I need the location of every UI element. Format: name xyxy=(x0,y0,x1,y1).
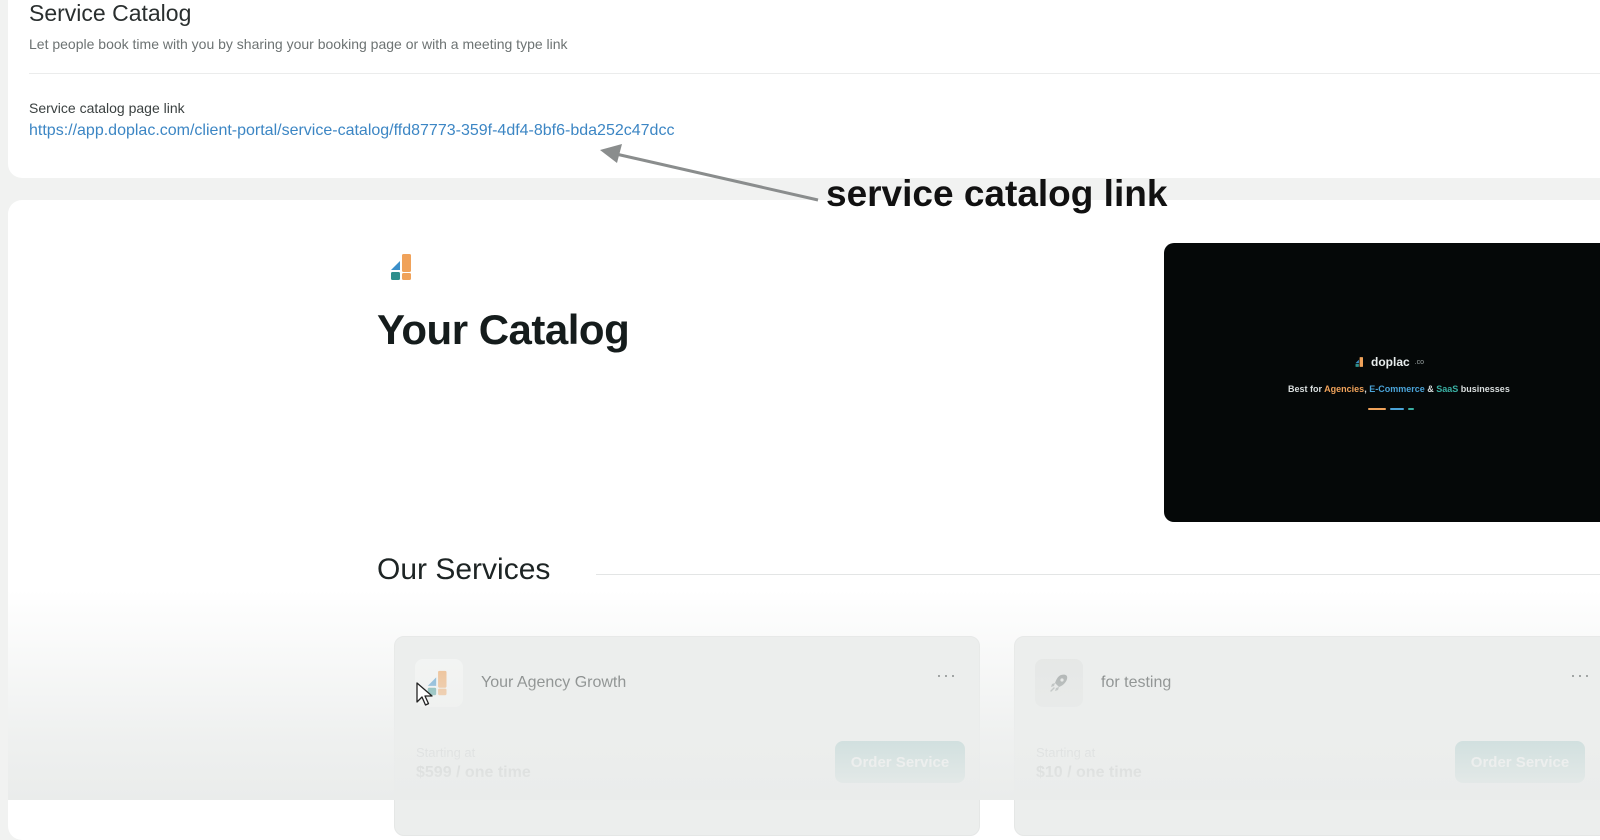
intro-video-player[interactable]: doplac .co Best for Agencies, E-Commerce… xyxy=(1164,243,1600,522)
more-options-icon[interactable]: ··· xyxy=(936,665,957,686)
section-divider xyxy=(596,574,1600,575)
order-service-button[interactable]: Order Service xyxy=(835,741,965,783)
service-catalog-link[interactable]: https://app.doplac.com/client-portal/ser… xyxy=(29,122,674,140)
price-value: $10 / one time xyxy=(1036,764,1142,781)
catalog-preview-card: Your Catalog doplac .co Best for Agencie… xyxy=(8,200,1600,840)
price-value: $599 / one time xyxy=(416,764,531,781)
bar-blue xyxy=(1390,408,1404,410)
tagline-agencies: Agencies xyxy=(1324,384,1365,394)
service-card: for testing ··· Starting at $10 / one ti… xyxy=(1014,636,1600,836)
service-name: for testing xyxy=(1101,674,1172,691)
more-options-icon[interactable]: ··· xyxy=(1570,665,1591,686)
tagline-prefix: Best for xyxy=(1288,384,1325,394)
video-brand: doplac .co xyxy=(1354,355,1424,369)
price-label: Starting at xyxy=(416,745,476,760)
video-progress-bars xyxy=(1368,408,1414,410)
video-brand-suffix: .co xyxy=(1414,358,1425,366)
tagline-ecommerce: E-Commerce xyxy=(1369,384,1425,394)
service-catalog-settings-card: Service Catalog Let people book time wit… xyxy=(8,0,1600,178)
divider xyxy=(29,73,1600,74)
service-thumbnail xyxy=(1035,659,1083,707)
catalog-title: Your Catalog xyxy=(377,306,630,353)
tagline-and: & xyxy=(1424,384,1437,394)
annotation-label: service catalog link xyxy=(826,173,1168,214)
service-card: Your Agency Growth ··· Starting at $599 … xyxy=(394,636,980,836)
bar-orange xyxy=(1368,408,1386,410)
tagline-suffix: businesses xyxy=(1458,384,1510,394)
bar-green xyxy=(1408,408,1414,410)
price-label: Starting at xyxy=(1036,745,1096,760)
page-subtitle: Let people book time with you by sharing… xyxy=(29,36,568,52)
service-name: Your Agency Growth xyxy=(481,674,627,691)
video-tagline: Best for Agencies, E-Commerce & SaaS bus… xyxy=(1288,384,1510,394)
video-brand-name: doplac xyxy=(1371,355,1410,369)
link-label: Service catalog page link xyxy=(29,100,185,116)
section-title-our-services: Our Services xyxy=(377,553,551,586)
doplac-logo-icon xyxy=(1355,357,1363,367)
service-thumbnail xyxy=(415,659,463,707)
doplac-logo-icon xyxy=(427,670,447,696)
page-title: Service Catalog xyxy=(29,0,192,26)
order-service-button[interactable]: Order Service xyxy=(1455,741,1585,783)
rocket-icon xyxy=(1050,674,1068,692)
doplac-logo-icon xyxy=(391,254,411,280)
tagline-saas: SaaS xyxy=(1436,384,1459,394)
